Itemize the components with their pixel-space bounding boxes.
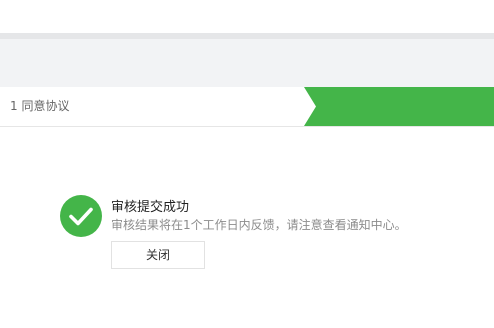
close-button[interactable]: 关闭 [111, 241, 205, 269]
check-circle-icon [60, 195, 102, 237]
result-description: 审核结果将在1个工作日内反馈，请注意查看通知中心。 [111, 218, 407, 232]
step-active-indicator [304, 87, 494, 126]
step-progress-bar: 1 同意协议 [0, 87, 494, 127]
page-header-band [0, 39, 494, 87]
result-title: 审核提交成功 [111, 200, 190, 215]
step-1-label: 1 同意协议 [10, 99, 70, 113]
page-top-area [0, 0, 494, 33]
step-active-arrow-shape [304, 87, 494, 126]
